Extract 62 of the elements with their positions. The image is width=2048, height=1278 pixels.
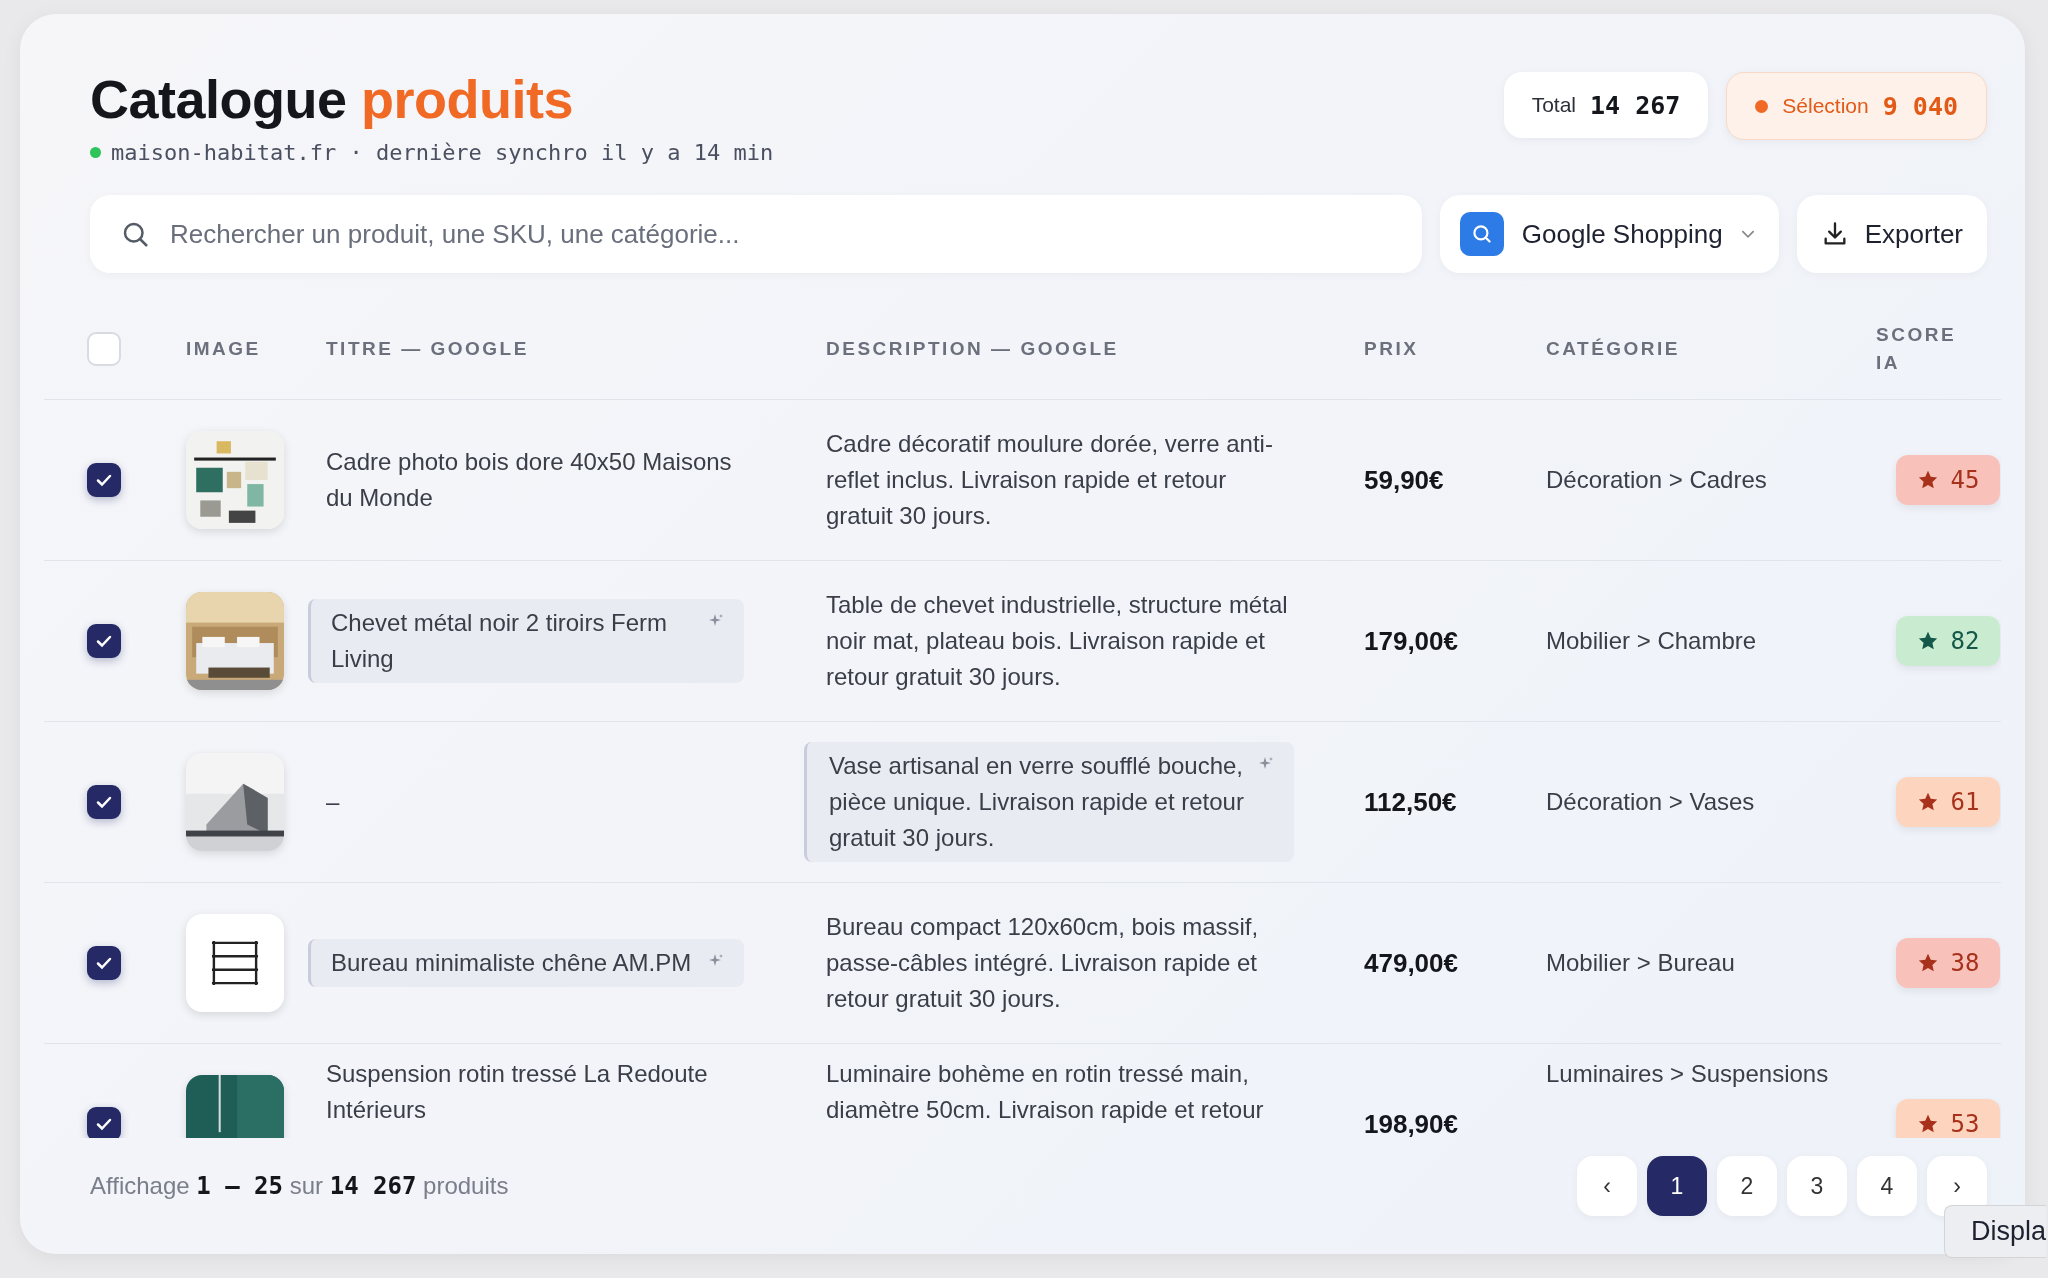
ai-title-suggestion[interactable]: Chevet métal noir 2 tiroirs Ferm Living [308,599,744,683]
chevron-icon [1740,229,1755,239]
search-icon [1459,212,1504,256]
score-badge: 45 [1896,455,2000,505]
product-title: Suspension rotin tressé La Redoute Intérieurs [326,1059,709,1125]
row-checkbox[interactable] [87,624,121,658]
column-header: DESCRIPTION — GOOGLE [826,338,1119,360]
export-button[interactable]: Exporter [1796,195,1987,273]
product-category: Décoration > Vases [1546,787,1755,817]
product-title: – [326,787,340,817]
product-description: Cadre décoratif moulure dorée, verre anti-reflet inclus. Livraison rapide et retour gratuit 30 jours. [825,429,1274,531]
row-checkbox[interactable] [87,946,121,980]
star-icon [1916,1113,1939,1135]
star-icon [1916,791,1939,813]
score-badge: 53 [1896,1099,2000,1138]
product-title: Cadre photo bois dore 40x50 Maisons du Monde [326,447,733,513]
page-button[interactable]: 3 [1787,1156,1847,1216]
product-price: 198,90€ [1364,1108,1458,1138]
selection-count: 9 040 [1882,91,1958,121]
ai-title-suggestion[interactable]: Bureau minimaliste chêne AM.PM [308,939,744,987]
column-header: CATÉGORIE [1546,338,1681,360]
row-checkbox[interactable] [87,463,121,497]
product-description: Bureau compact 120x60cm, bois massif, passe-câbles intégré. Livraison rapide et retour gratuit 30 jours. [825,912,1260,1014]
total-label: Total [1531,93,1577,117]
product-category: Mobilier > Bureau [1546,948,1735,978]
score-badge: 82 [1896,616,2000,666]
score-badge: 61 [1896,777,2000,827]
column-header: PRIX [1364,338,1419,360]
shelf-icon [186,914,284,1012]
page-button[interactable]: 2 [1717,1156,1777,1216]
product-description: Table de chevet industrielle, structure métal noir mat, plateau bois. Livraison rapide et retour gratuit 30 jours. [825,590,1289,692]
search-field[interactable]: Rechercher un produit, une SKU, une catégorie... [90,195,1422,273]
product-category: Mobilier > Chambre [1546,626,1757,656]
row-checkbox[interactable] [87,1107,121,1138]
selection-dot [1755,99,1769,113]
channel-dropdown[interactable]: Google Shopping [1439,195,1779,273]
ai-description-suggestion[interactable]: Vase artisanal en verre soufflé bouche, pièce unique. Livraison rapide et retour gratuit 30 jours. [804,742,1294,862]
score-badge: 38 [1896,938,2000,988]
product-description: Luminaire bohème en rotin tressé main, diamètre 50cm. Livraison rapide et retour [825,1059,1265,1125]
star-icon [1916,630,1939,652]
product-category: Décoration > Cadres [1546,465,1767,495]
total-count: 14 267 [1590,90,1681,120]
page-title: Catalogue produits [90,68,575,130]
star-icon [1916,952,1939,974]
product-price: 479,00€ [1364,947,1458,979]
column-header: IMAGE [186,338,261,360]
product-category: Luminaires > Suspensions [1546,1059,1829,1089]
selection-label: Sélection [1782,94,1869,118]
select-all-checkbox[interactable] [87,332,121,366]
row-checkbox[interactable] [87,785,121,819]
product-price: 59,90€ [1364,464,1444,496]
column-header: SCORE IA [1876,323,1958,375]
page-button[interactable]: 4 [1857,1156,1917,1216]
page-button[interactable]: 1 [1647,1156,1707,1216]
star-icon [1916,469,1939,491]
results-summary: Affichage 1 – 25 sur 14 267 produits [90,1172,509,1200]
tooltip: Displa [1944,1205,2047,1258]
product-price: 112,50€ [1364,786,1457,818]
column-header: TITRE — GOOGLE [326,338,529,360]
product-price: 179,00€ [1364,625,1458,657]
sync-status: maison-habitat.fr · dernière synchro il y a 14 min [111,140,774,165]
previous-page-button[interactable]: ‹ [1577,1156,1637,1216]
